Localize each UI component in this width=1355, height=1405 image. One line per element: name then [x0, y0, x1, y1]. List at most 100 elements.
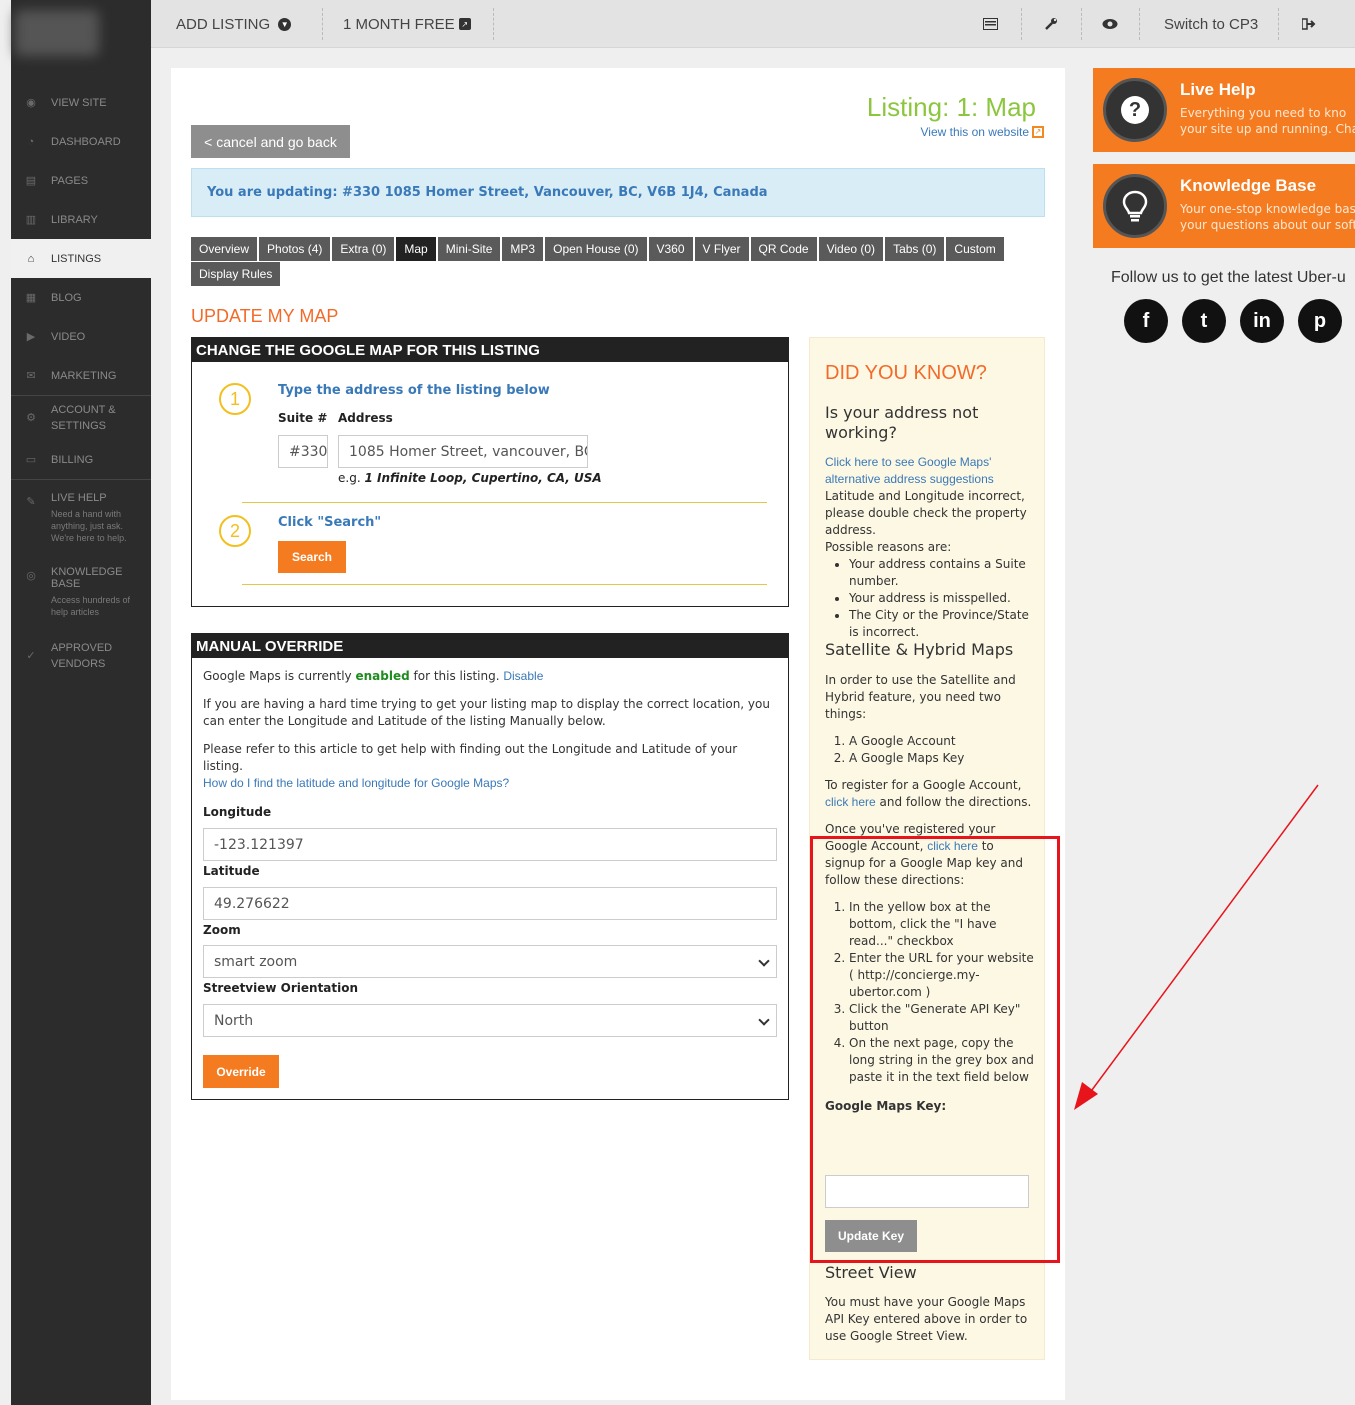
tab-qr-code[interactable]: QR Code — [750, 237, 817, 261]
vendors-icon: ✓ — [26, 650, 36, 662]
longitude-label: Longitude — [203, 805, 272, 819]
possible-reasons-text: Possible reasons are: — [825, 540, 952, 554]
address-question: Is your address not working? — [825, 403, 979, 442]
divider — [1081, 8, 1082, 40]
sidebar-item-label: PAGES — [51, 174, 89, 187]
chevron-down-icon — [758, 1014, 770, 1026]
zoom-label: Zoom — [203, 923, 241, 937]
divider — [1021, 8, 1022, 40]
sidebar-item-label: LISTINGS — [51, 252, 102, 265]
cancel-button[interactable]: < cancel and go back — [191, 125, 350, 158]
live-help-card[interactable]: ? Live Help Everything you need to kno yo… — [1093, 68, 1355, 152]
sidebar-item-listings[interactable]: ⌂ LISTINGS — [11, 239, 151, 278]
sidebar-item-account-settings[interactable]: ⚙ ACCOUNT & SETTINGS — [11, 396, 151, 440]
tab-v-flyer[interactable]: V Flyer — [694, 237, 749, 261]
latitude-label: Latitude — [203, 864, 260, 878]
step-1-title: Type the address of the listing below — [278, 383, 550, 398]
eye-icon: ◉ — [26, 97, 36, 109]
highlight-box — [810, 836, 1060, 1263]
sidebar-item-library[interactable]: ▥ LIBRARY — [11, 200, 151, 239]
streetview-label: Streetview Orientation — [203, 981, 359, 995]
did-you-know-title: DID YOU KNOW? — [825, 362, 987, 384]
live-help-text: Everything you need to kno your site up a… — [1180, 105, 1355, 137]
step-2-number: 2 — [219, 515, 251, 547]
tab-overview[interactable]: Overview — [191, 237, 258, 261]
update-alert: You are updating: #330 1085 Homer Street… — [191, 168, 1045, 217]
register-link[interactable]: click here — [825, 795, 876, 809]
override-paragraph-1: If you are having a hard time trying to … — [203, 697, 770, 728]
sidebar-item-blog[interactable]: ▦ BLOG — [11, 278, 151, 317]
tab-mini-site[interactable]: Mini-Site — [437, 237, 501, 261]
sidebar-item-live-help[interactable]: ✎ LIVE HELP Need a hand with anything, ju… — [11, 480, 151, 554]
status-prefix: Google Maps is currently — [203, 669, 356, 683]
maps-status: Google Maps is currently enabled for thi… — [203, 668, 783, 685]
sidebar-item-knowledge-base[interactable]: ◎ KNOWLEDGE BASE Access hundreds of help … — [11, 554, 151, 634]
listing-tabs: Overview Photos (4) Extra (0) Map Mini-S… — [191, 237, 1021, 287]
card-icon[interactable] — [983, 0, 998, 48]
change-map-box: CHANGE THE GOOGLE MAP FOR THIS LISTING 1… — [191, 337, 789, 607]
sidebar-item-dashboard[interactable]: ◔ DASHBOARD — [11, 122, 151, 161]
eye-icon[interactable] — [1102, 0, 1118, 48]
wrench-icon[interactable] — [1044, 0, 1058, 48]
sidebar-item-label: LIBRARY — [51, 213, 98, 226]
tab-open-house[interactable]: Open House (0) — [545, 237, 647, 261]
pinterest-icon[interactable]: p — [1298, 299, 1342, 343]
tab-v360[interactable]: V360 — [648, 237, 693, 261]
manual-override-box: MANUAL OVERRIDE Google Maps is currently… — [191, 633, 789, 1100]
tab-photos[interactable]: Photos (4) — [259, 237, 331, 261]
pages-icon: ▤ — [25, 175, 37, 187]
tab-custom[interactable]: Custom — [946, 237, 1004, 261]
latitude-input[interactable]: 49.276622 — [203, 887, 777, 920]
sidebar-item-label: BILLING — [51, 453, 94, 466]
sidebar-item-view-site[interactable]: ◉ VIEW SITE — [11, 83, 151, 122]
hint-prefix: e.g. — [338, 471, 365, 485]
follow-us-text: Follow us to get the latest Uber-u — [1111, 269, 1346, 286]
sidebar-nav: ◉ VIEW SITE ◔ DASHBOARD ▤ PAGES ▥ LIBRARY ⌂ L… — [11, 83, 151, 678]
tab-display-rules[interactable]: Display Rules — [191, 262, 281, 286]
list-item: Your address is misspelled. — [849, 590, 1035, 607]
sidebar-item-label: VIDEO — [51, 330, 86, 343]
longitude-input[interactable]: -123.121397 — [203, 828, 777, 861]
sidebar-item-label: DASHBOARD — [51, 135, 121, 148]
disable-link[interactable]: Disable — [503, 669, 543, 683]
external-link-icon: ↗ — [458, 18, 471, 30]
tab-mp3[interactable]: MP3 — [502, 237, 544, 261]
zoom-select[interactable]: smart zoom — [203, 945, 777, 978]
sidebar-item-approved-vendors[interactable]: ✓ APPROVED VENDORS — [11, 634, 151, 678]
override-button[interactable]: Override — [203, 1055, 279, 1088]
knowledge-base-card[interactable]: Knowledge Base Your one-stop knowledge b… — [1093, 164, 1355, 248]
switch-cp3-link[interactable]: Switch to CP3 — [1164, 0, 1258, 48]
linkedin-icon[interactable]: in — [1240, 299, 1284, 343]
list-item: A Google Maps Key — [849, 750, 1035, 767]
override-paragraph-2: Please refer to this article to get help… — [203, 742, 738, 773]
tab-map[interactable]: Map — [396, 237, 436, 261]
add-listing-button[interactable]: ADD LISTING ▼ — [176, 0, 292, 48]
tab-extra[interactable]: Extra (0) — [332, 237, 395, 261]
sidebar-item-marketing[interactable]: ✉ MARKETING — [11, 356, 151, 395]
logout-icon[interactable] — [1302, 0, 1316, 48]
twitter-icon[interactable]: t — [1182, 299, 1226, 343]
address-suggestions-link[interactable]: Click here to see Google Maps' alternati… — [825, 454, 1035, 488]
tab-tabs[interactable]: Tabs (0) — [885, 237, 945, 261]
search-button[interactable]: Search — [278, 541, 346, 573]
logo[interactable] — [15, 10, 99, 56]
divider — [242, 584, 767, 585]
sidebar-item-video[interactable]: ▶ VIDEO — [11, 317, 151, 356]
month-free-button[interactable]: 1 MONTH FREE ↗ — [343, 0, 471, 48]
address-input[interactable]: 1085 Homer Street, vancouver, BC — [338, 435, 588, 468]
streetview-select[interactable]: North — [203, 1004, 777, 1037]
lat-long-help-link[interactable]: How do I find the latitude and longitude… — [203, 775, 763, 792]
chevron-down-icon: ▼ — [278, 17, 292, 31]
suite-input[interactable]: #330 — [278, 435, 328, 468]
sidebar-item-label: KNOWLEDGE BASE — [51, 566, 123, 590]
tab-video[interactable]: Video (0) — [818, 237, 884, 261]
facebook-icon[interactable]: f — [1124, 299, 1168, 343]
knowledge-base-line: Your one-stop knowledge bas — [1180, 202, 1355, 216]
sidebar-item-sub: Access hundreds of help articles — [51, 595, 131, 617]
divider — [1278, 8, 1279, 40]
status-suffix: for this listing. — [409, 669, 504, 683]
view-on-website-link[interactable]: View this on website ↗ — [920, 125, 1044, 139]
sidebar-item-billing[interactable]: ▭ BILLING — [11, 440, 151, 479]
suite-label: Suite # — [278, 411, 328, 425]
sidebar-item-pages[interactable]: ▤ PAGES — [11, 161, 151, 200]
